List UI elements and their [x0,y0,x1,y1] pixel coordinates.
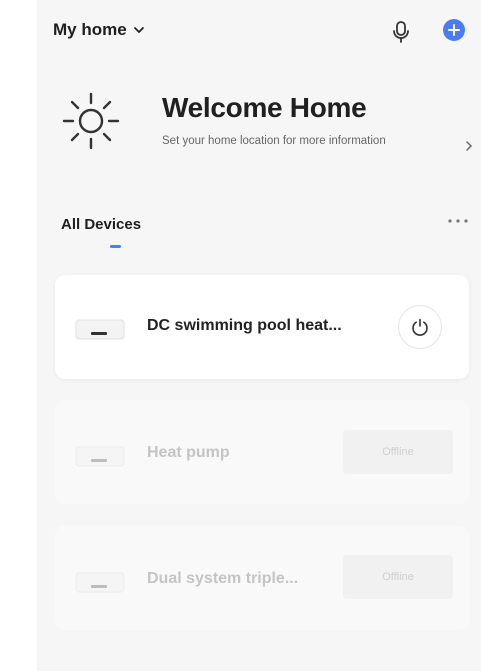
tab-active-indicator [110,245,121,248]
device-name: DC swimming pool heat... [147,317,342,334]
heat-pump-icon [75,572,125,593]
app-screen: My home Welcome Home Set your home locat [37,0,481,671]
plus-icon [448,24,460,36]
offline-status-badge: Offline [343,555,453,599]
device-card[interactable]: DC swimming pool heat... [55,275,469,379]
add-device-button[interactable] [443,19,465,41]
heat-pump-icon [75,319,125,340]
device-name: Dual system triple... [147,570,299,587]
device-card[interactable]: Dual system triple... Offline [55,526,469,630]
welcome-title: Welcome Home [162,92,367,123]
microphone-icon[interactable] [390,20,412,44]
sun-icon [62,92,120,150]
more-icon[interactable] [447,218,469,224]
tab-all-devices[interactable]: All Devices [61,216,141,233]
welcome-subtitle[interactable]: Set your home location for more informat… [162,134,392,148]
home-selector[interactable]: My home [53,20,145,40]
device-name: Heat pump [147,444,230,461]
offline-status-badge: Offline [343,430,453,474]
power-button[interactable] [398,305,442,349]
chevron-down-icon [133,27,144,33]
power-icon [412,318,428,336]
device-card[interactable]: Heat pump Offline [55,400,469,504]
home-name: My home [53,20,127,39]
heat-pump-icon [75,446,125,467]
chevron-right-icon[interactable] [465,140,473,152]
